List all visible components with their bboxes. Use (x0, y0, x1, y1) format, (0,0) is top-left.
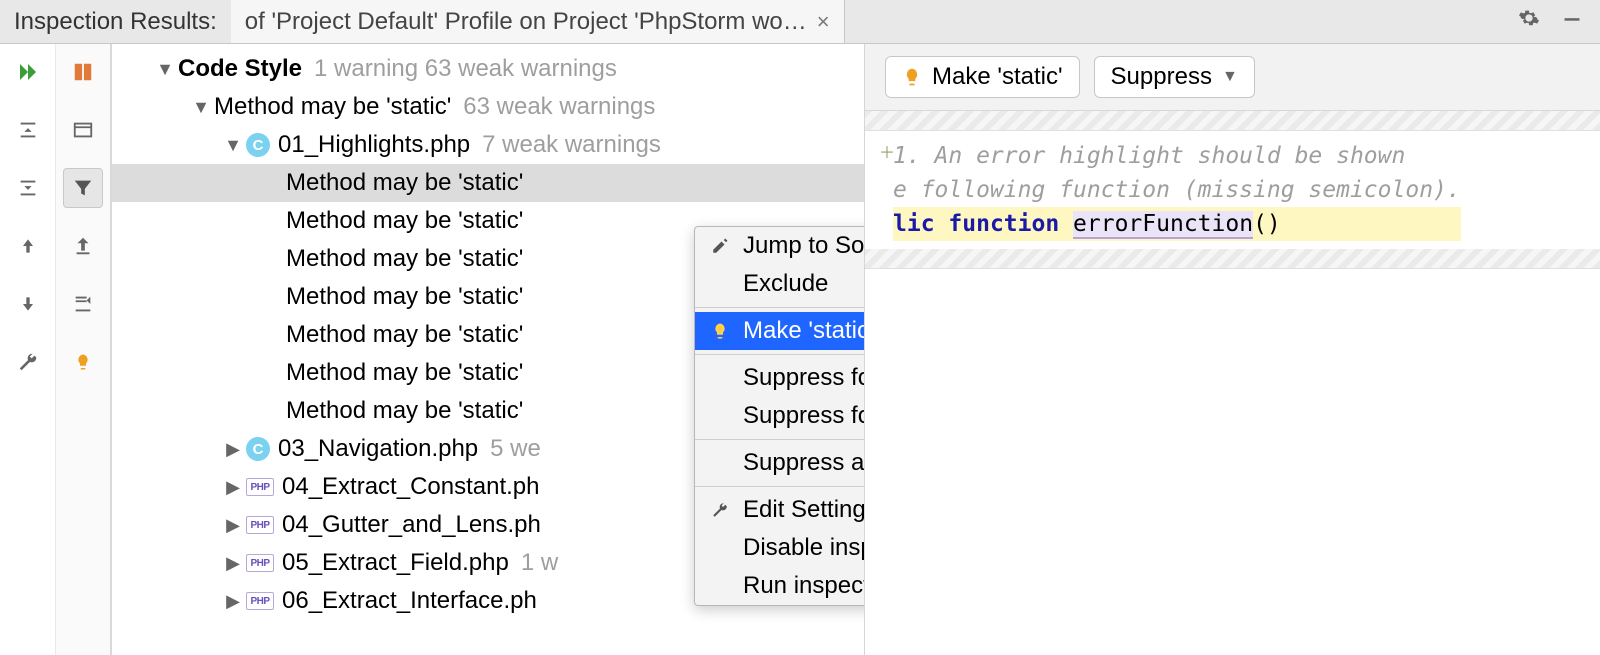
menu-suppress-file[interactable]: Suppress for file (695, 359, 864, 397)
make-static-button[interactable]: Make 'static' (885, 56, 1080, 98)
code-preview[interactable]: ＋ 1. An error highlight should be shown … (865, 131, 1600, 249)
menu-exclude[interactable]: Exclude (695, 265, 864, 303)
gear-icon[interactable] (1518, 7, 1540, 36)
preview-toolbar: Make 'static' Suppress ▼ (865, 44, 1600, 111)
php-file-icon: PHP (246, 554, 274, 572)
menu-suppress-statement[interactable]: Suppress for statement (695, 397, 864, 435)
tree-issue-selected[interactable]: Method may be 'static' (112, 164, 864, 202)
bulb-icon (902, 67, 922, 87)
class-file-icon: C (246, 133, 270, 157)
next-occurrence-icon[interactable] (8, 284, 48, 324)
filter-icon[interactable] (63, 168, 103, 208)
intention-bulb-icon[interactable] (63, 342, 103, 382)
tree-group-method-static[interactable]: ▼ Method may be 'static' 63 weak warning… (112, 88, 864, 126)
context-menu: Jump to Source ⌘↓ Exclude Make 'static' … (694, 226, 864, 606)
menu-make-static[interactable]: Make 'static' (695, 312, 864, 350)
tab-label: of 'Project Default' Profile on Project … (245, 8, 807, 36)
chevron-down-icon: ▼ (1222, 68, 1238, 86)
panel-title: Inspection Results: (0, 8, 231, 36)
menu-disable-inspection[interactable]: Disable inspection (695, 529, 864, 567)
menu-edit-settings[interactable]: Edit Settings (695, 491, 864, 529)
group-by-icon[interactable] (63, 52, 103, 92)
autoscroll-icon[interactable] (63, 284, 103, 324)
inspection-results-panel: Inspection Results: of 'Project Default'… (0, 0, 1600, 655)
edit-icon (709, 237, 731, 255)
prev-occurrence-icon[interactable] (8, 226, 48, 266)
package-icon[interactable] (63, 110, 103, 150)
minimize-icon[interactable] (1562, 8, 1582, 36)
left-toolbar-1 (0, 44, 56, 655)
suppress-dropdown[interactable]: Suppress ▼ (1094, 56, 1255, 98)
class-file-icon: C (246, 437, 270, 461)
rerun-icon[interactable] (8, 52, 48, 92)
expand-all-icon[interactable] (8, 110, 48, 150)
menu-suppress-all-file[interactable]: Suppress all for file (695, 444, 864, 482)
result-tab[interactable]: of 'Project Default' Profile on Project … (231, 0, 845, 43)
tree-file-01-highlights[interactable]: ▼ C 01_Highlights.php 7 weak warnings (112, 126, 864, 164)
collapsed-region-bottom (865, 249, 1600, 269)
bulb-icon (709, 322, 731, 340)
php-file-icon: PHP (246, 592, 274, 610)
left-toolbar-2 (56, 44, 112, 655)
menu-run-inspection-on[interactable]: Run inspection on … (695, 567, 864, 605)
highlighted-symbol: errorFunction (1073, 211, 1253, 239)
results-tree[interactable]: ▼ Code Style 1 warning 63 weak warnings … (112, 44, 864, 655)
collapse-all-icon[interactable] (8, 168, 48, 208)
preview-panel: Make 'static' Suppress ▼ ＋ 1. An error h… (864, 44, 1600, 655)
wrench-icon (709, 501, 731, 519)
menu-jump-to-source[interactable]: Jump to Source ⌘↓ (695, 227, 864, 265)
expand-icon[interactable]: ＋ (875, 139, 893, 241)
php-file-icon: PHP (246, 478, 274, 496)
collapsed-region-top (865, 111, 1600, 131)
export-icon[interactable] (63, 226, 103, 266)
settings-wrench-icon[interactable] (8, 342, 48, 382)
close-tab-icon[interactable]: × (817, 9, 830, 35)
tab-bar: Inspection Results: of 'Project Default'… (0, 0, 1600, 44)
tree-group-code-style[interactable]: ▼ Code Style 1 warning 63 weak warnings (112, 50, 864, 88)
php-file-icon: PHP (246, 516, 274, 534)
